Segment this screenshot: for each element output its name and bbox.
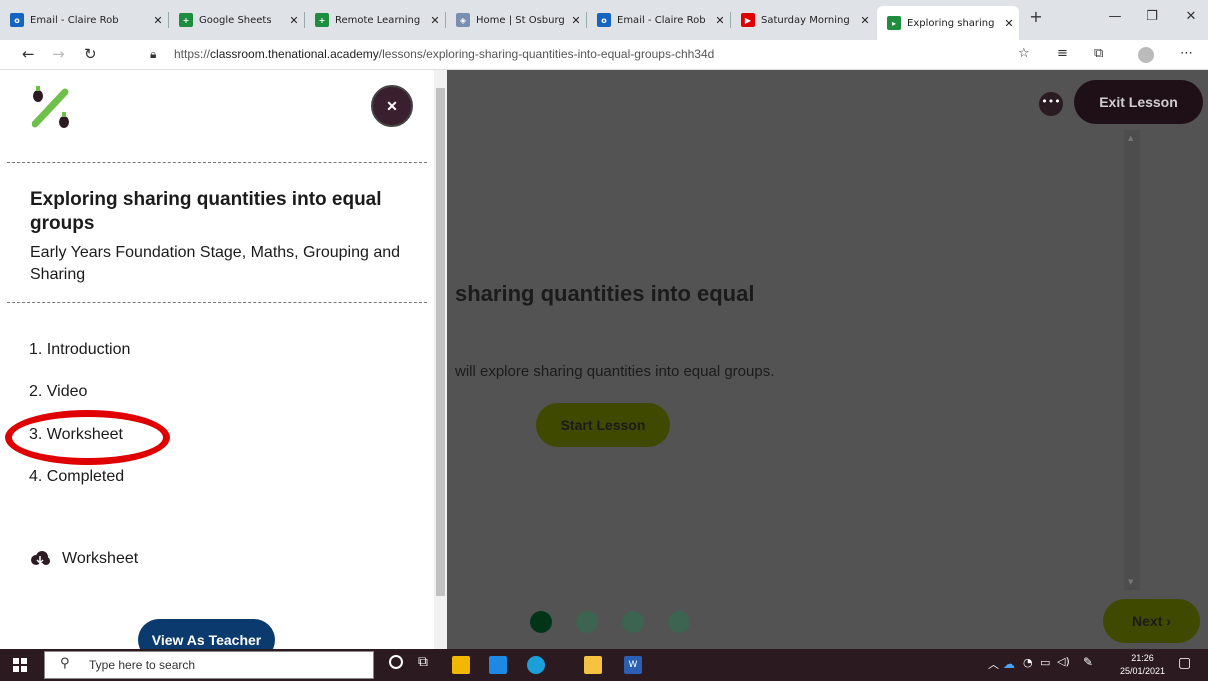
browser-tab[interactable]: + Google Sheets ✕ [169, 0, 304, 40]
url-path: /lessons/exploring-sharing-quantities-in… [378, 47, 715, 61]
mail-icon[interactable] [489, 656, 507, 674]
youtube-icon: ▶ [741, 13, 755, 27]
scroll-down-arrow-icon[interactable]: ▼ [1128, 578, 1133, 586]
close-tab-icon[interactable]: ✕ [710, 14, 730, 27]
restore-button[interactable]: ❐ [1137, 9, 1167, 24]
scroll-up-arrow-icon[interactable]: ▲ [1128, 134, 1133, 142]
close-tab-icon[interactable]: ✕ [425, 14, 445, 27]
divider [7, 302, 427, 303]
address-bar: ← → ↻ 🔒︎ https://classroom.thenational.a… [0, 40, 1208, 70]
more-options-icon[interactable]: ⋯ [1180, 46, 1193, 61]
school-crest-icon: ◈ [456, 13, 470, 27]
worksheet-download-link[interactable]: Worksheet [62, 550, 138, 568]
annotation-circle [5, 410, 170, 465]
favorite-star-icon[interactable]: ☆ [1018, 46, 1030, 61]
collections-icon[interactable]: ⧉ [1094, 46, 1103, 61]
progress-dot [622, 611, 644, 633]
pen-icon[interactable]: ✎ [1083, 655, 1093, 669]
clock-time: 21:26 [1131, 653, 1154, 663]
search-placeholder: Type here to search [89, 658, 196, 672]
exit-lesson-button[interactable]: Exit Lesson [1074, 80, 1203, 124]
volume-icon[interactable]: ◁) [1057, 655, 1070, 668]
file-explorer-icon[interactable] [584, 656, 602, 674]
url-field[interactable]: https://classroom.thenational.academy/le… [174, 47, 714, 61]
sheets-icon: + [179, 13, 193, 27]
progress-dot [668, 611, 690, 633]
cortana-icon[interactable] [389, 655, 403, 669]
lesson-heading: sharing quantities into equal [455, 281, 755, 306]
word-icon[interactable]: W [624, 656, 642, 674]
content-scrollbar[interactable]: ▲ ▼ [1124, 130, 1140, 590]
lesson-title: Exploring sharing quantities into equal … [30, 189, 382, 234]
next-label: Next [1132, 613, 1163, 629]
lesson-side-panel: ✕ Exploring sharing quantities into equa… [0, 70, 447, 649]
favorites-list-icon[interactable]: ≡ [1057, 46, 1068, 61]
progress-dot [530, 611, 552, 633]
profile-avatar-icon[interactable] [1138, 47, 1154, 63]
close-tab-icon[interactable]: ✕ [855, 14, 875, 27]
next-button[interactable]: Next › [1103, 599, 1200, 643]
oak-academy-icon: ▸ [887, 16, 901, 30]
divider [7, 162, 427, 163]
browser-tab[interactable]: o Email - Claire Rob ✕ [587, 0, 730, 40]
sheets-icon: + [315, 13, 329, 27]
outlook-icon: o [10, 13, 24, 27]
close-tab-icon[interactable]: ✕ [148, 14, 168, 27]
battery-icon[interactable]: ▭ [1040, 656, 1050, 669]
forward-arrow-icon[interactable]: → [52, 45, 65, 63]
taskbar-search[interactable]: ⚲ Type here to search [44, 651, 374, 679]
browser-tab-bar: o Email - Claire Rob ✕ + Google Sheets ✕… [0, 0, 1208, 40]
close-window-button[interactable]: ✕ [1176, 9, 1206, 24]
download-cloud-icon [31, 551, 50, 565]
back-arrow-icon[interactable]: ← [22, 45, 35, 63]
progress-dot [576, 611, 598, 633]
search-icon: ⚲ [60, 656, 70, 671]
url-host: classroom.thenational.academy [210, 47, 379, 61]
onedrive-icon[interactable]: ☁ [1003, 657, 1015, 671]
refresh-icon[interactable]: ↻ [84, 45, 97, 63]
lock-icon: 🔒︎ [150, 47, 157, 61]
chevron-right-icon: › [1166, 613, 1171, 629]
lesson-subtitle: Early Years Foundation Stage, Maths, Gro… [30, 244, 401, 283]
section-video[interactable]: 2. Video [29, 383, 87, 401]
windows-start-icon[interactable] [13, 658, 27, 672]
close-tab-icon[interactable]: ✕ [566, 14, 586, 27]
outlook-icon: o [597, 13, 611, 27]
close-tab-icon[interactable]: ✕ [999, 17, 1019, 30]
section-introduction[interactable]: 1. Introduction [29, 341, 130, 359]
browser-tab[interactable]: ▶ Saturday Morning ✕ [731, 0, 875, 40]
minimize-button[interactable]: — [1100, 9, 1130, 24]
show-hidden-icons-icon[interactable]: ︿ [988, 656, 999, 672]
browser-tab[interactable]: o Email - Claire Rob ✕ [0, 0, 168, 40]
more-menu-button[interactable]: ••• [1039, 92, 1063, 116]
close-panel-button[interactable]: ✕ [371, 85, 413, 127]
browser-tab[interactable]: + Remote Learning ✕ [305, 0, 445, 40]
new-tab-button[interactable]: + [1021, 7, 1051, 26]
browser-tab[interactable]: ◈ Home | St Osburg ✕ [446, 0, 586, 40]
store-icon[interactable] [452, 656, 470, 674]
notifications-icon[interactable]: ▢ [1178, 655, 1191, 671]
lesson-description: will explore sharing quantities into equ… [455, 363, 775, 380]
close-icon: ✕ [386, 97, 398, 114]
section-completed[interactable]: 4. Completed [29, 468, 124, 486]
windows-taskbar: ⚲ Type here to search ⧉ W ︿ ☁ ◔ ▭ ◁) ✎ 2… [0, 649, 1208, 681]
start-lesson-button[interactable]: Start Lesson [536, 403, 670, 447]
url-prefix: https:// [174, 47, 211, 61]
scrollbar-thumb[interactable] [436, 88, 445, 596]
browser-tab-active[interactable]: ▸ Exploring sharing ✕ [877, 6, 1019, 40]
taskbar-clock[interactable]: 21:26 25/01/2021 [1120, 652, 1165, 678]
task-view-icon[interactable]: ⧉ [418, 654, 428, 670]
edge-browser-icon[interactable] [527, 656, 545, 674]
wifi-icon[interactable]: ◔ [1023, 656, 1033, 669]
panel-scrollbar[interactable] [434, 70, 447, 649]
close-tab-icon[interactable]: ✕ [284, 14, 304, 27]
clock-date: 25/01/2021 [1120, 666, 1166, 676]
oak-acorn-logo-icon [32, 86, 69, 128]
page-content: ••• Exit Lesson ▲ ▼ sharing quantities in… [0, 70, 1208, 649]
view-as-teacher-button[interactable]: View As Teacher [138, 619, 275, 649]
